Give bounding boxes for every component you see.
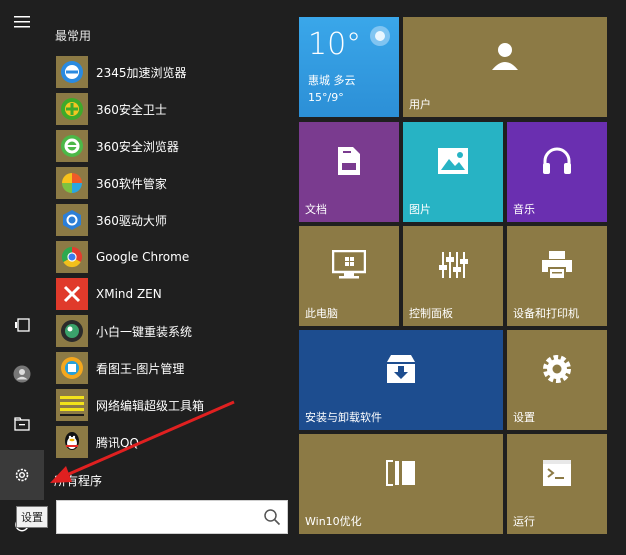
list-item[interactable]: 2345加速浏览器 [56, 55, 288, 89]
all-programs-link[interactable]: 所有程序 [54, 472, 102, 489]
tablet-icon [15, 318, 30, 332]
tablet-mode-button[interactable] [0, 303, 44, 347]
printer-icon [542, 251, 572, 280]
chrome-icon [56, 241, 88, 273]
list-item[interactable]: 腾讯QQ [56, 425, 288, 459]
app-list-pane: 最常用 2345加速浏览器 360安全卫士 360安全浏览器 360软件管家 3… [44, 0, 290, 555]
tile-label: 运行 [513, 515, 535, 528]
list-item[interactable]: 网络编辑超级工具箱 [56, 388, 288, 422]
tile-label: 设备和打印机 [513, 307, 579, 320]
tile-label: 控制面板 [409, 307, 453, 320]
software-manager-icon [56, 167, 88, 199]
list-item[interactable]: XMind ZEN [56, 277, 288, 311]
tile-label: 文档 [305, 203, 327, 216]
sliders-icon [439, 252, 468, 278]
safe-browser-icon [56, 130, 88, 162]
user-tile[interactable]: 用户 [403, 17, 607, 117]
search-icon[interactable] [263, 508, 281, 526]
app-label: 360安全浏览器 [96, 139, 179, 154]
gear-icon [543, 355, 571, 383]
tile-label: 音乐 [513, 203, 535, 216]
control-panel-tile[interactable]: 控制面板 [403, 226, 503, 326]
qq-penguin-icon [56, 426, 88, 458]
list-item[interactable]: 小白一键重装系统 [56, 314, 288, 348]
most-used-heading: 最常用 [55, 29, 92, 43]
picture-icon [438, 148, 468, 174]
document-icon [338, 147, 360, 175]
search-input[interactable] [57, 501, 257, 531]
image-viewer-icon [56, 352, 88, 384]
editor-toolbox-icon [56, 389, 88, 421]
pictures-tile[interactable]: 图片 [403, 122, 503, 222]
app-label: 2345加速浏览器 [96, 65, 187, 80]
headphones-icon [543, 147, 571, 174]
list-item[interactable]: 看图王-图片管理 [56, 351, 288, 385]
app-label: Google Chrome [96, 250, 190, 264]
tile-label: 此电脑 [305, 307, 338, 320]
documents-tile[interactable]: 文档 [299, 122, 399, 222]
app-label: 360软件管家 [96, 176, 167, 191]
person-icon [492, 43, 518, 70]
run-console-icon [543, 460, 571, 486]
install-uninstall-tile[interactable]: 安装与卸载软件 [299, 330, 503, 430]
driver-master-icon [56, 204, 88, 236]
list-item[interactable]: 360安全卫士 [56, 92, 288, 126]
app-label: 360安全卫士 [96, 102, 167, 117]
app-label: 腾讯QQ [96, 435, 139, 450]
weather-location: 惠城 多云 [308, 74, 356, 87]
account-button[interactable] [0, 352, 44, 396]
security-guard-icon [56, 93, 88, 125]
start-rail [0, 0, 44, 555]
search-box[interactable] [56, 500, 288, 534]
app-label: 看图王-图片管理 [96, 361, 185, 376]
weather-tile[interactable]: 10° 惠城 多云 15°/9° [299, 17, 399, 117]
settings-tile[interactable]: 设置 [507, 330, 607, 430]
temperature-range: 15°/9° [308, 91, 344, 104]
moon-icon [370, 26, 390, 46]
tile-label: 用户 [409, 98, 431, 111]
win10-optimize-tile[interactable]: Win10优化 [299, 434, 503, 534]
user-icon [13, 365, 31, 383]
music-tile[interactable]: 音乐 [507, 122, 607, 222]
temperature: 10° [308, 27, 362, 62]
app-label: 小白一键重装系统 [96, 324, 193, 339]
app-label: 360驱动大师 [96, 213, 167, 228]
app-label: XMind ZEN [96, 287, 162, 301]
reinstall-system-icon [56, 315, 88, 347]
gear-icon [15, 468, 29, 482]
list-item[interactable]: 360安全浏览器 [56, 129, 288, 163]
list-item[interactable]: 360驱动大师 [56, 203, 288, 237]
settings-button[interactable] [0, 450, 44, 500]
optimize-icon [386, 460, 415, 486]
tile-label: 设置 [513, 411, 535, 424]
run-tile[interactable]: 运行 [507, 434, 607, 534]
folder-icon [14, 417, 30, 431]
tile-label: 安装与卸载软件 [305, 411, 382, 424]
settings-tooltip: 设置 [16, 506, 48, 528]
list-item[interactable]: Google Chrome [56, 240, 288, 274]
install-box-icon [387, 355, 415, 383]
file-explorer-button[interactable] [0, 402, 44, 446]
computer-icon [332, 250, 366, 279]
app-label: 网络编辑超级工具箱 [96, 398, 205, 413]
devices-printers-tile[interactable]: 设备和打印机 [507, 226, 607, 326]
hamburger-icon [14, 16, 30, 28]
tile-label: Win10优化 [305, 515, 362, 528]
browser-2345-icon [56, 56, 88, 88]
list-item[interactable]: 360软件管家 [56, 166, 288, 200]
tile-label: 图片 [409, 203, 431, 216]
this-pc-tile[interactable]: 此电脑 [299, 226, 399, 326]
menu-button[interactable] [0, 0, 44, 44]
xmind-icon [56, 278, 88, 310]
